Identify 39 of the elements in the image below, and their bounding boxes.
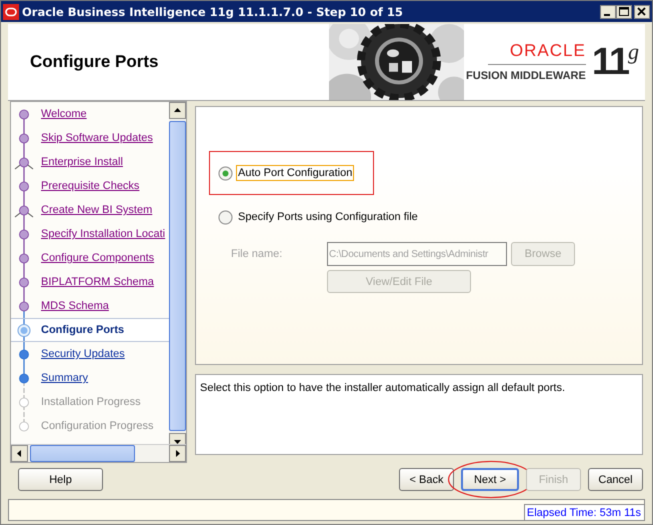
step-link[interactable]: Welcome — [41, 108, 87, 120]
window-title: Oracle Business Intelligence 11g 11.1.1.7.0 - Step 10 of 15 — [22, 4, 404, 18]
product-name: FUSION MIDDLEWARE — [466, 68, 586, 84]
step-link: Installation Progress — [41, 396, 141, 408]
scroll-up-button[interactable] — [169, 102, 186, 119]
scroll-right-button[interactable] — [169, 445, 186, 462]
step-link[interactable]: MDS Schema — [41, 300, 109, 312]
radio-button[interactable] — [218, 166, 233, 180]
close-button[interactable] — [634, 4, 650, 18]
dialog-button[interactable]: Cancel — [588, 468, 643, 491]
step-link[interactable]: Skip Software Updates — [41, 132, 153, 144]
dialog-button[interactable]: Help — [18, 468, 103, 491]
minimize-button[interactable] — [600, 4, 616, 18]
maximize-button[interactable] — [616, 4, 632, 18]
app-icon — [3, 4, 19, 20]
dialog-button[interactable]: Next > — [461, 468, 519, 491]
version-suffix: g — [628, 41, 639, 63]
page-title: Configure Ports — [30, 52, 158, 72]
scroll-thumb[interactable] — [30, 445, 135, 462]
option-label[interactable]: Specify Ports using Configuration file — [236, 209, 420, 225]
step-link[interactable]: Security Updates — [41, 348, 125, 360]
dialog-button[interactable]: < Back — [399, 468, 454, 491]
step-link[interactable]: Prerequisite Checks — [41, 180, 140, 192]
option-label[interactable]: Auto Port Configuration — [236, 165, 354, 181]
step-link[interactable]: Specify Installation Locati — [41, 228, 166, 240]
scroll-left-button[interactable] — [11, 445, 28, 462]
step-link[interactable]: BIPLATFORM Schema — [41, 276, 154, 288]
elapsed-time: Elapsed Time: 53m 11s — [524, 504, 644, 520]
step-link: Configuration Progress — [41, 420, 154, 432]
description-text: Select this option to have the installer automatically assign all default ports. — [200, 382, 566, 394]
horizontal-scrollbar[interactable] — [11, 444, 186, 462]
step-link[interactable]: Summary — [41, 372, 88, 384]
radio-button[interactable] — [218, 210, 233, 224]
step-link[interactable]: Create New BI System — [41, 204, 152, 216]
field-label: File name: — [231, 248, 284, 260]
version-number: 11 — [592, 41, 628, 83]
step-link[interactable]: Configure Components — [41, 252, 154, 264]
step-link[interactable]: Enterprise Install — [41, 156, 123, 168]
brand-logo: ORACLE — [488, 40, 586, 64]
